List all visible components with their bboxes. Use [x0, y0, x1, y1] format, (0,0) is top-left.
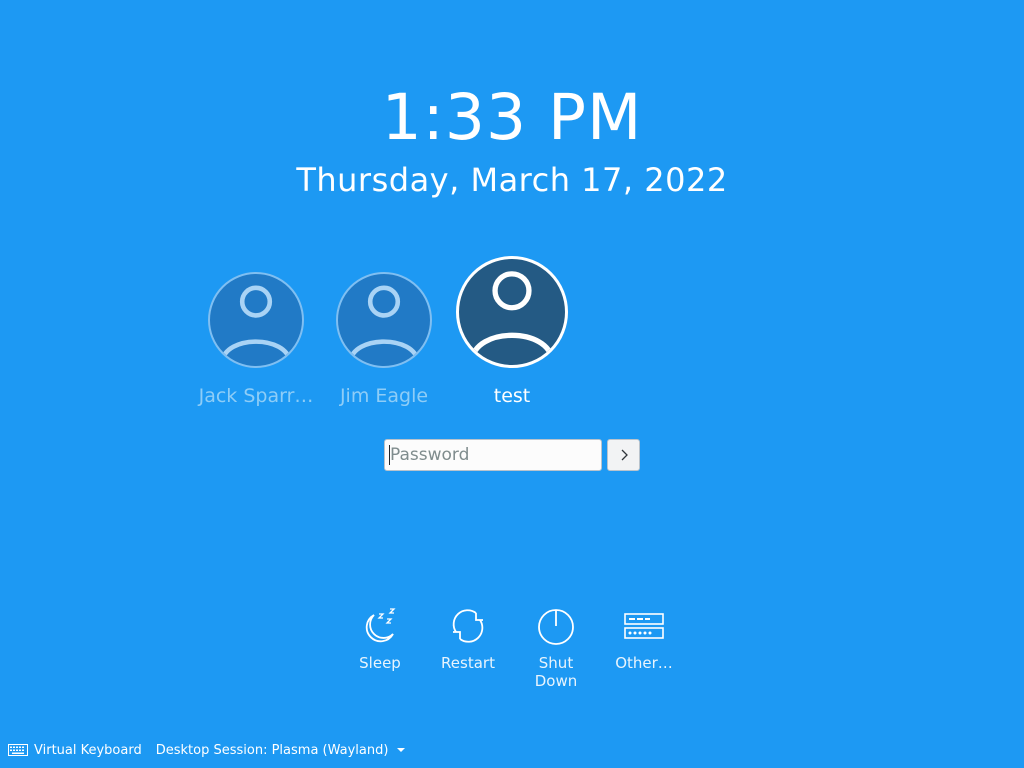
restart-button[interactable]: Restart: [428, 606, 508, 672]
user-name-label: test: [493, 385, 531, 407]
keyboard-icon: [8, 744, 28, 756]
user-jim-eagle[interactable]: Jim Eagle: [319, 270, 449, 410]
other-label: Other…: [615, 654, 673, 672]
user-test[interactable]: test: [447, 256, 577, 410]
desktop-session-dropdown[interactable]: Desktop Session: Plasma (Wayland): [156, 743, 407, 758]
user-avatar-icon: [336, 272, 432, 368]
user-name-label: Jack Sparr…: [198, 385, 314, 407]
login-submit-button[interactable]: [607, 439, 640, 471]
chevron-right-icon: [621, 449, 628, 461]
virtual-keyboard-button[interactable]: Virtual Keyboard: [8, 743, 142, 758]
sleep-label: Sleep: [359, 654, 401, 672]
login-screen: 1:33 PM Thursday, March 17, 2022 Jack Sp…: [0, 0, 1024, 768]
sleep-button[interactable]: Sleep: [340, 606, 420, 672]
user-name-label: Jim Eagle: [339, 385, 429, 407]
sleep-moon-icon: [365, 608, 396, 643]
switch-user-icon: [624, 613, 664, 639]
virtual-keyboard-label: Virtual Keyboard: [34, 742, 142, 758]
clock-time: 1:33 PM: [381, 81, 643, 154]
desktop-session-label: Desktop Session: Plasma (Wayland): [155, 742, 389, 758]
shut-down-button[interactable]: Shut Down: [516, 606, 596, 690]
other-button[interactable]: Other…: [604, 606, 684, 672]
shut-down-label: Shut Down: [534, 654, 578, 690]
power-icon: [538, 609, 574, 645]
user-avatar-icon: [456, 256, 568, 368]
restart-label: Restart: [441, 654, 495, 672]
user-avatar-icon: [208, 272, 304, 368]
restart-icon: [452, 609, 484, 643]
password-field[interactable]: [384, 439, 602, 471]
text-caret: [389, 445, 390, 465]
user-jack-sparrow[interactable]: Jack Sparr…: [191, 270, 321, 410]
clock-date: Thursday, March 17, 2022: [296, 161, 728, 199]
bottom-bar: Virtual Keyboard Desktop Session: Plasma…: [8, 739, 406, 761]
dropdown-arrow-icon: [397, 748, 406, 752]
